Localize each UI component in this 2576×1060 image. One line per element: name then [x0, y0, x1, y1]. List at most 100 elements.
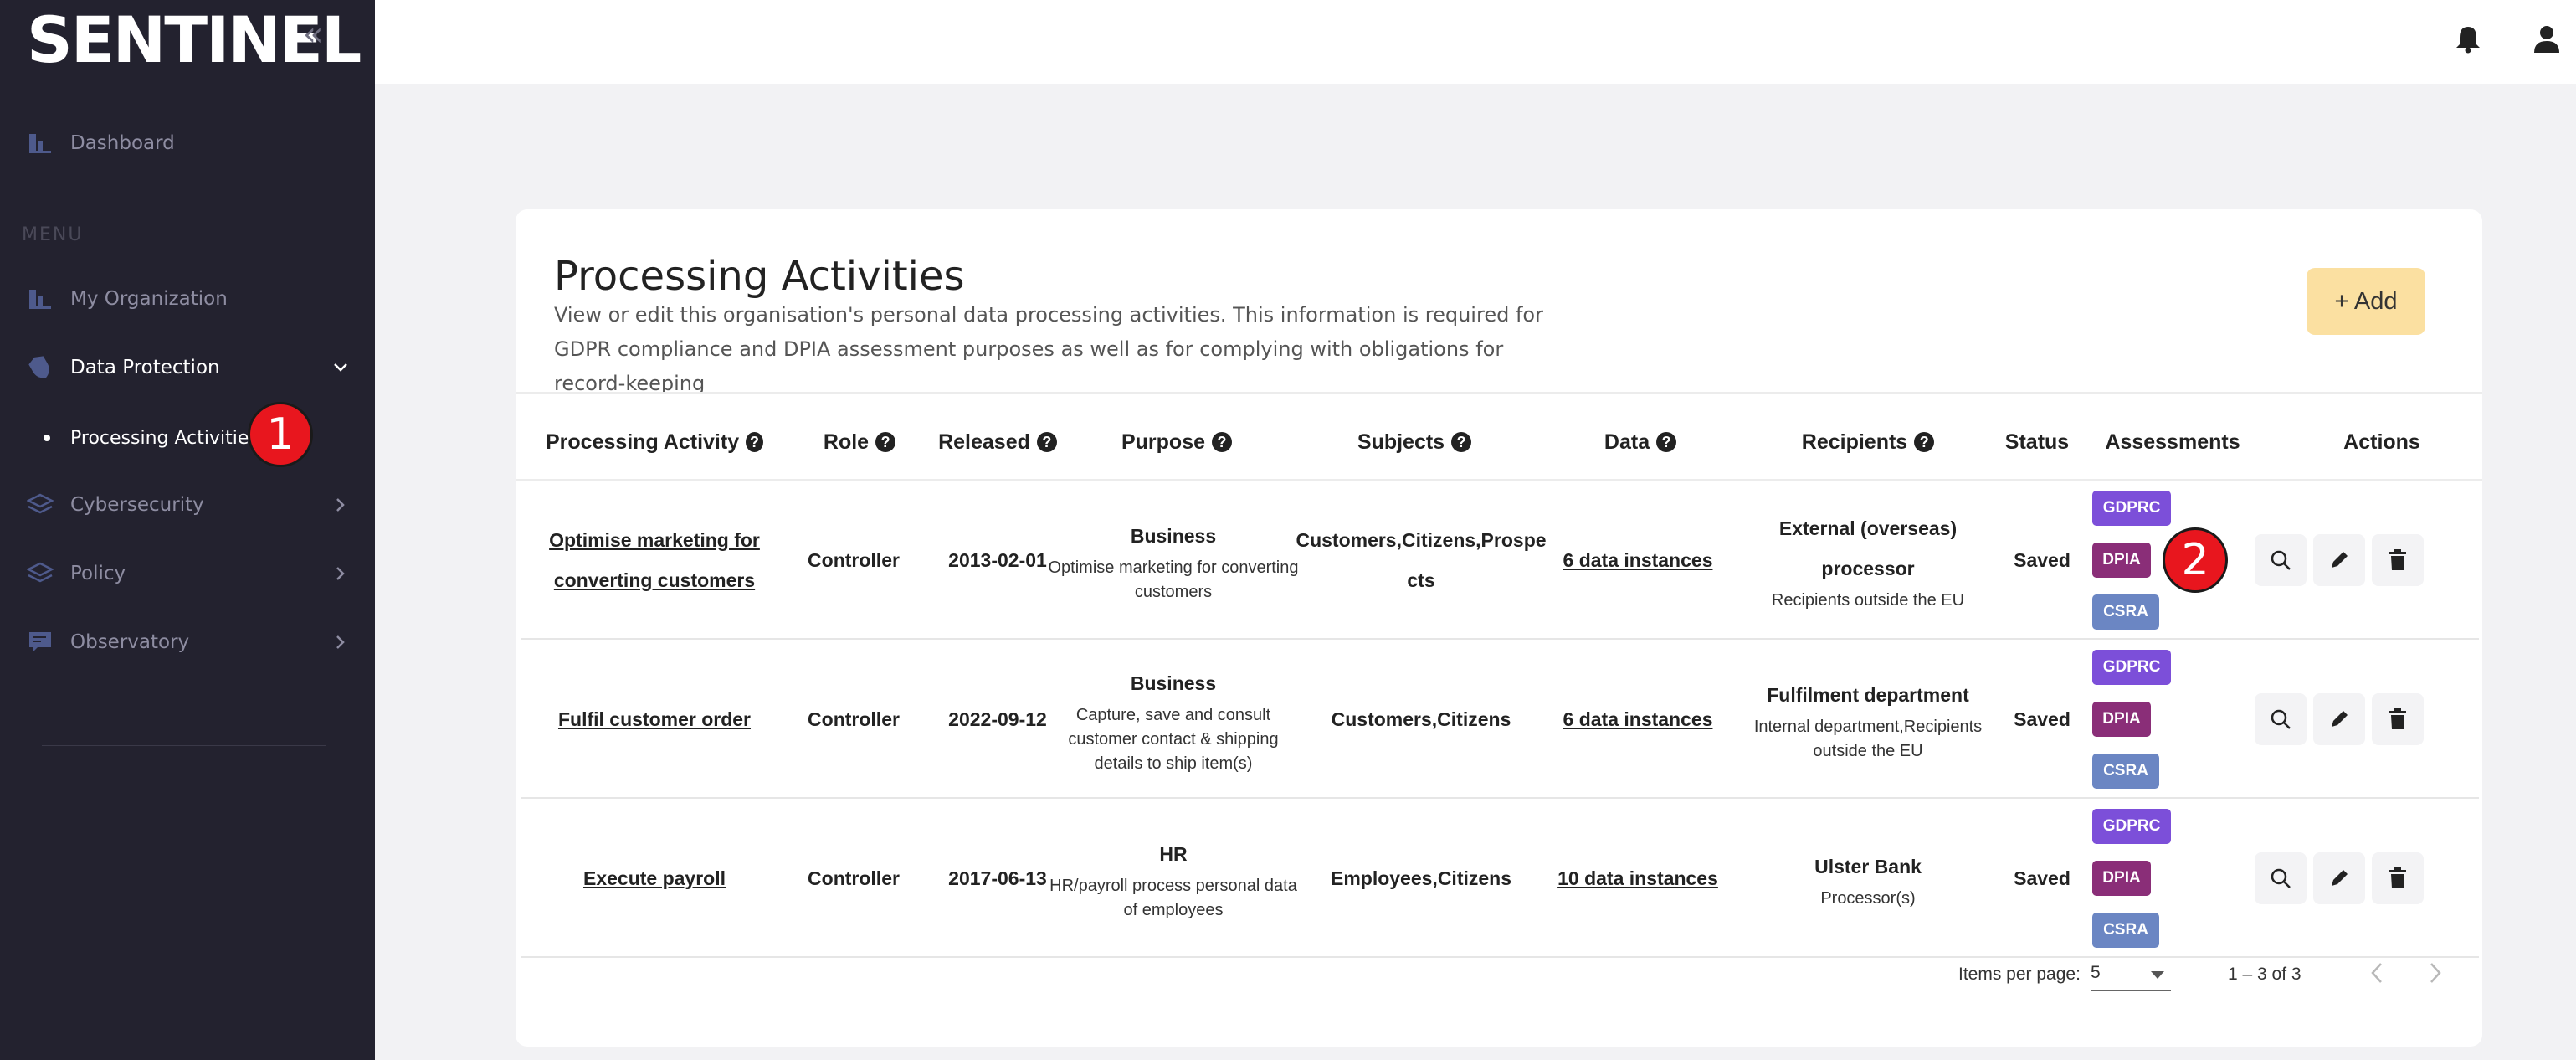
search-icon	[2271, 868, 2291, 888]
help-icon[interactable]: ?	[1451, 432, 1472, 452]
csra-badge[interactable]: CSRA	[2092, 754, 2159, 789]
header-label: Data	[1604, 430, 1650, 454]
delete-button[interactable]	[2372, 534, 2424, 586]
edit-button[interactable]	[2313, 693, 2365, 745]
cell-activity: Optimise marketing for converting custome…	[521, 481, 788, 640]
header-label: Actions	[2343, 430, 2420, 454]
cell-purpose: Business Capture, save and consult custo…	[1068, 672, 1279, 773]
search-icon	[2271, 709, 2291, 729]
cell-data: 10 data instances	[1550, 799, 1726, 958]
cell-role: Controller	[808, 549, 900, 571]
sidebar-item-dashboard[interactable]: Dashboard	[25, 122, 352, 164]
data-instances-link[interactable]: 6 data instances	[1563, 699, 1713, 739]
column-header-recipients: Recipients?	[1742, 425, 1994, 459]
user-account-icon[interactable]	[2526, 18, 2568, 60]
view-button[interactable]	[2255, 534, 2307, 586]
table-row: Execute payroll Controller 2017-06-13 HR…	[521, 799, 2479, 958]
edit-button[interactable]	[2313, 534, 2365, 586]
help-icon[interactable]: ?	[875, 432, 896, 452]
pencil-icon	[2332, 870, 2348, 886]
sidebar-item-policy[interactable]: Policy	[25, 553, 352, 594]
dpia-badge[interactable]: DPIA	[2092, 543, 2151, 578]
delete-button[interactable]	[2372, 693, 2424, 745]
table-row: Fulfil customer order Controller 2022-09…	[521, 640, 2479, 799]
data-instances-link[interactable]: 10 data instances	[1557, 858, 1718, 898]
sidebar-item-cybersecurity[interactable]: Cybersecurity	[25, 484, 352, 526]
annotation-marker-2: 2	[2163, 527, 2228, 593]
sidebar-subitem-label: Processing Activities	[70, 427, 259, 449]
header-label: Recipients	[1801, 430, 1908, 454]
cell-role: Controller	[808, 867, 900, 889]
activity-link[interactable]: Fulfil customer order	[558, 699, 751, 739]
cell-recipients: External (overseas) processor Recipients…	[1771, 517, 1965, 610]
next-page-button[interactable]	[2417, 955, 2454, 991]
view-button[interactable]	[2255, 693, 2307, 745]
page-title: Processing Activities	[554, 253, 965, 300]
cell-status: Saved	[2014, 867, 2071, 889]
gdprc-badge[interactable]: GDPRC	[2092, 650, 2171, 685]
column-header-data: Data?	[1557, 425, 1724, 459]
trash-icon	[2389, 867, 2406, 888]
gdprc-badge[interactable]: GDPRC	[2092, 491, 2171, 526]
bell-icon[interactable]	[2447, 18, 2489, 60]
sidebar: SENTINEL « Dashboard MENU My Organizatio…	[0, 0, 375, 1060]
items-per-page-label: Items per page:	[1958, 965, 2081, 984]
help-icon[interactable]: ?	[1914, 432, 1935, 452]
data-instances-link[interactable]: 6 data instances	[1563, 540, 1713, 580]
sidebar-item-label: My Organization	[70, 288, 228, 310]
trash-icon	[2389, 708, 2406, 729]
caret-down-icon	[2151, 971, 2164, 979]
cell-activity: Execute payroll	[521, 799, 788, 958]
chevron-right-icon	[330, 563, 352, 584]
pencil-icon	[2332, 711, 2348, 727]
activity-link[interactable]: Execute payroll	[583, 858, 726, 898]
chart-icon	[25, 284, 55, 314]
chevron-down-icon	[330, 357, 352, 378]
cell-subjects: Customers,Citizens	[1331, 708, 1511, 730]
sidebar-divider	[42, 745, 326, 746]
chart-icon	[25, 128, 55, 158]
sidebar-item-label: Data Protection	[70, 357, 220, 378]
search-icon	[2271, 550, 2291, 570]
cell-activity: Fulfil customer order	[521, 640, 788, 799]
cell-assessments: GDPRC DPIA CSRA	[2092, 799, 2171, 958]
sidebar-item-label: Cybersecurity	[70, 494, 204, 516]
header-label: Role	[823, 430, 870, 454]
add-button[interactable]: + Add	[2307, 268, 2425, 335]
chevron-right-icon	[330, 494, 352, 516]
previous-page-button[interactable]	[2358, 955, 2395, 991]
sidebar-item-label: Policy	[70, 563, 126, 584]
chevron-left-icon	[2371, 963, 2382, 983]
help-icon[interactable]: ?	[746, 432, 763, 452]
cell-recipients: Fulfilment department Internal departmen…	[1753, 684, 1983, 760]
header-label: Subjects	[1357, 430, 1445, 454]
items-per-page-select[interactable]: 5	[2091, 958, 2171, 991]
cell-role: Controller	[808, 708, 900, 730]
header-label: Status	[2004, 430, 2070, 454]
sidebar-item-my-organization[interactable]: My Organization	[25, 278, 352, 320]
csra-badge[interactable]: CSRA	[2092, 594, 2159, 630]
top-bar	[375, 0, 2576, 84]
delete-button[interactable]	[2372, 852, 2424, 904]
divider	[516, 392, 2482, 394]
csra-badge[interactable]: CSRA	[2092, 913, 2159, 948]
items-per-page-value: 5	[2091, 963, 2101, 982]
layers-icon	[25, 558, 55, 589]
cell-purpose: HR HR/payroll process personal data of e…	[1049, 843, 1297, 919]
sidebar-item-data-protection[interactable]: Data Protection	[25, 347, 352, 388]
help-icon[interactable]: ?	[1212, 432, 1233, 452]
edit-button[interactable]	[2313, 852, 2365, 904]
dpia-badge[interactable]: DPIA	[2092, 861, 2151, 896]
message-icon	[25, 627, 55, 657]
collapse-sidebar-icon[interactable]: «	[303, 15, 323, 54]
dpia-badge[interactable]: DPIA	[2092, 702, 2151, 737]
help-icon[interactable]: ?	[1656, 432, 1677, 452]
sidebar-item-observatory[interactable]: Observatory	[25, 621, 352, 663]
activity-link[interactable]: Optimise marketing for converting custome…	[549, 520, 760, 600]
sidebar-item-label: Dashboard	[70, 132, 175, 154]
view-button[interactable]	[2255, 852, 2307, 904]
cell-recipients: Ulster Bank Processor(s)	[1814, 855, 1922, 908]
chevron-right-icon	[2430, 963, 2441, 983]
gdprc-badge[interactable]: GDPRC	[2092, 809, 2171, 844]
sidebar-subitem-processing-activities[interactable]: Processing Activities	[44, 417, 259, 459]
